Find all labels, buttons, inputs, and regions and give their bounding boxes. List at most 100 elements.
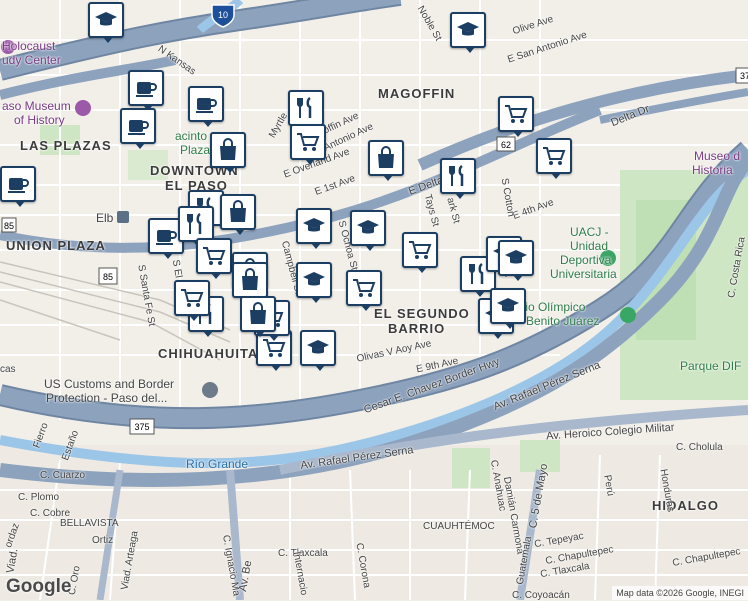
school-pin[interactable]: [300, 330, 336, 371]
label-museo-1: Museo d: [694, 149, 741, 163]
shopping-cart-icon: [541, 143, 567, 169]
shopping-bag-icon: [373, 145, 399, 171]
label-uacj-2: Unidad: [570, 239, 609, 253]
school-pin[interactable]: [296, 208, 332, 249]
restaurant-pin[interactable]: [288, 90, 324, 131]
street-cas: cas: [0, 364, 16, 375]
school-pin[interactable]: [350, 210, 386, 251]
street-ortiz: Ortiz: [92, 535, 114, 546]
shopping-cart-pin[interactable]: [536, 138, 572, 179]
shopping-cart-icon: [503, 101, 529, 127]
label-chihuahuita: CHIHUAHUITA: [158, 346, 259, 361]
shopping-bag-pin[interactable]: [240, 296, 276, 337]
shield-us37: 37: [735, 67, 748, 84]
street-tlaxcala-2: C. Tlaxcala: [278, 548, 328, 559]
school-pin[interactable]: [490, 288, 526, 329]
label-cuauhtemoc: CUAUHTÉMOC: [423, 521, 495, 532]
shield-us85-b: 85: [98, 267, 118, 285]
street-cholula: C. Cholula: [676, 442, 723, 453]
label-uacj-3: Deportiva: [560, 253, 612, 267]
restaurant-pin[interactable]: [440, 158, 476, 199]
label-rio-grande: Río Grande: [186, 457, 249, 471]
label-elb: Elb: [96, 211, 114, 225]
label-union-plaza: UNION PLAZA: [6, 238, 106, 253]
restaurant-pin[interactable]: [178, 206, 214, 247]
restaurant-icon: [183, 211, 209, 237]
school-icon: [355, 215, 381, 241]
shield-us375: 375: [129, 418, 155, 435]
restaurant-icon: [293, 95, 319, 121]
shopping-bag-icon: [237, 267, 263, 293]
shopping-bag-pin[interactable]: [210, 132, 246, 173]
shield-us85-a-text: 85: [4, 221, 14, 231]
customs-poi-icon[interactable]: [202, 382, 218, 398]
coffee-icon: [153, 223, 179, 249]
school-icon: [495, 293, 521, 319]
label-estadio-2: Benito Juárez: [526, 314, 600, 328]
shopping-bag-pin[interactable]: [220, 194, 256, 235]
shopping-cart-icon: [295, 129, 321, 155]
label-segundo-2: BARRIO: [388, 321, 446, 336]
juarez-park-1: [452, 448, 490, 488]
shopping-cart-pin[interactable]: [290, 124, 326, 165]
shield-us62-text: 62: [501, 140, 511, 150]
coffee-icon: [133, 75, 159, 101]
school-pin[interactable]: [88, 2, 124, 43]
museum-poi-icon[interactable]: [75, 100, 91, 116]
coffee-pin[interactable]: [0, 166, 36, 207]
school-icon: [305, 335, 331, 361]
school-pin[interactable]: [498, 240, 534, 281]
street-coyoacan: C. Coyoacán: [512, 590, 570, 601]
shield-i10-text: 10: [218, 10, 228, 20]
shopping-bag-icon: [215, 137, 241, 163]
google-logo: Google: [6, 576, 71, 598]
shield-us85-b-text: 85: [103, 272, 113, 282]
shopping-bag-pin[interactable]: [232, 262, 268, 303]
school-pin[interactable]: [450, 12, 486, 53]
shopping-cart-pin[interactable]: [498, 96, 534, 137]
shopping-cart-pin[interactable]: [402, 232, 438, 273]
label-museum-2: of History: [14, 113, 65, 127]
street-cuarzo: C. Cuarzo: [40, 470, 86, 481]
shopping-bag-icon: [245, 301, 271, 327]
label-uacj-4: Universitaria: [550, 267, 617, 281]
school-icon: [301, 213, 327, 239]
restaurant-icon: [445, 163, 471, 189]
label-jacinto-1: acinto: [175, 129, 208, 143]
shopping-cart-icon: [351, 275, 377, 301]
shopping-cart-icon: [179, 285, 205, 311]
label-customs-1: US Customs and Border: [44, 377, 175, 391]
shopping-bag-pin[interactable]: [368, 140, 404, 181]
school-icon: [455, 17, 481, 43]
map-attribution[interactable]: Map data ©2026 Google, INEGI: [612, 586, 748, 600]
label-customs-2: Protection - Paso del...: [46, 391, 168, 405]
coffee-icon: [125, 113, 151, 139]
label-magoffin: MAGOFFIN: [378, 86, 456, 101]
label-uacj-1: UACJ -: [570, 225, 609, 239]
stadium-poi-icon[interactable]: [620, 307, 636, 323]
label-museo-2: Historia: [692, 163, 733, 177]
google-logo-text: Google: [6, 576, 72, 597]
label-segundo-1: EL SEGUNDO: [374, 306, 470, 321]
elb-transit-icon[interactable]: [117, 211, 129, 223]
coffee-icon: [5, 171, 31, 197]
label-parque-dif: Parque DIF: [680, 359, 742, 373]
shield-us375-text: 375: [134, 422, 149, 432]
coffee-pin[interactable]: [128, 70, 164, 111]
school-icon: [503, 245, 529, 271]
label-holocaust-1: Holocaust: [2, 39, 56, 53]
street-cobre: C. Cobre: [30, 508, 71, 519]
shopping-cart-pin[interactable]: [346, 270, 382, 311]
school-pin[interactable]: [296, 262, 332, 303]
coffee-pin[interactable]: [120, 108, 156, 149]
shield-us85-a: 85: [1, 217, 17, 233]
coffee-pin[interactable]: [188, 86, 224, 127]
shopping-cart-pin[interactable]: [196, 238, 232, 279]
label-jacinto-2: Plaza: [180, 143, 211, 157]
school-icon: [93, 7, 119, 33]
shield-us37-text: 37: [740, 71, 748, 81]
coffee-icon: [193, 91, 219, 117]
school-icon: [301, 267, 327, 293]
shopping-cart-pin[interactable]: [174, 280, 210, 321]
label-bellavista: BELLAVISTA: [60, 518, 119, 529]
